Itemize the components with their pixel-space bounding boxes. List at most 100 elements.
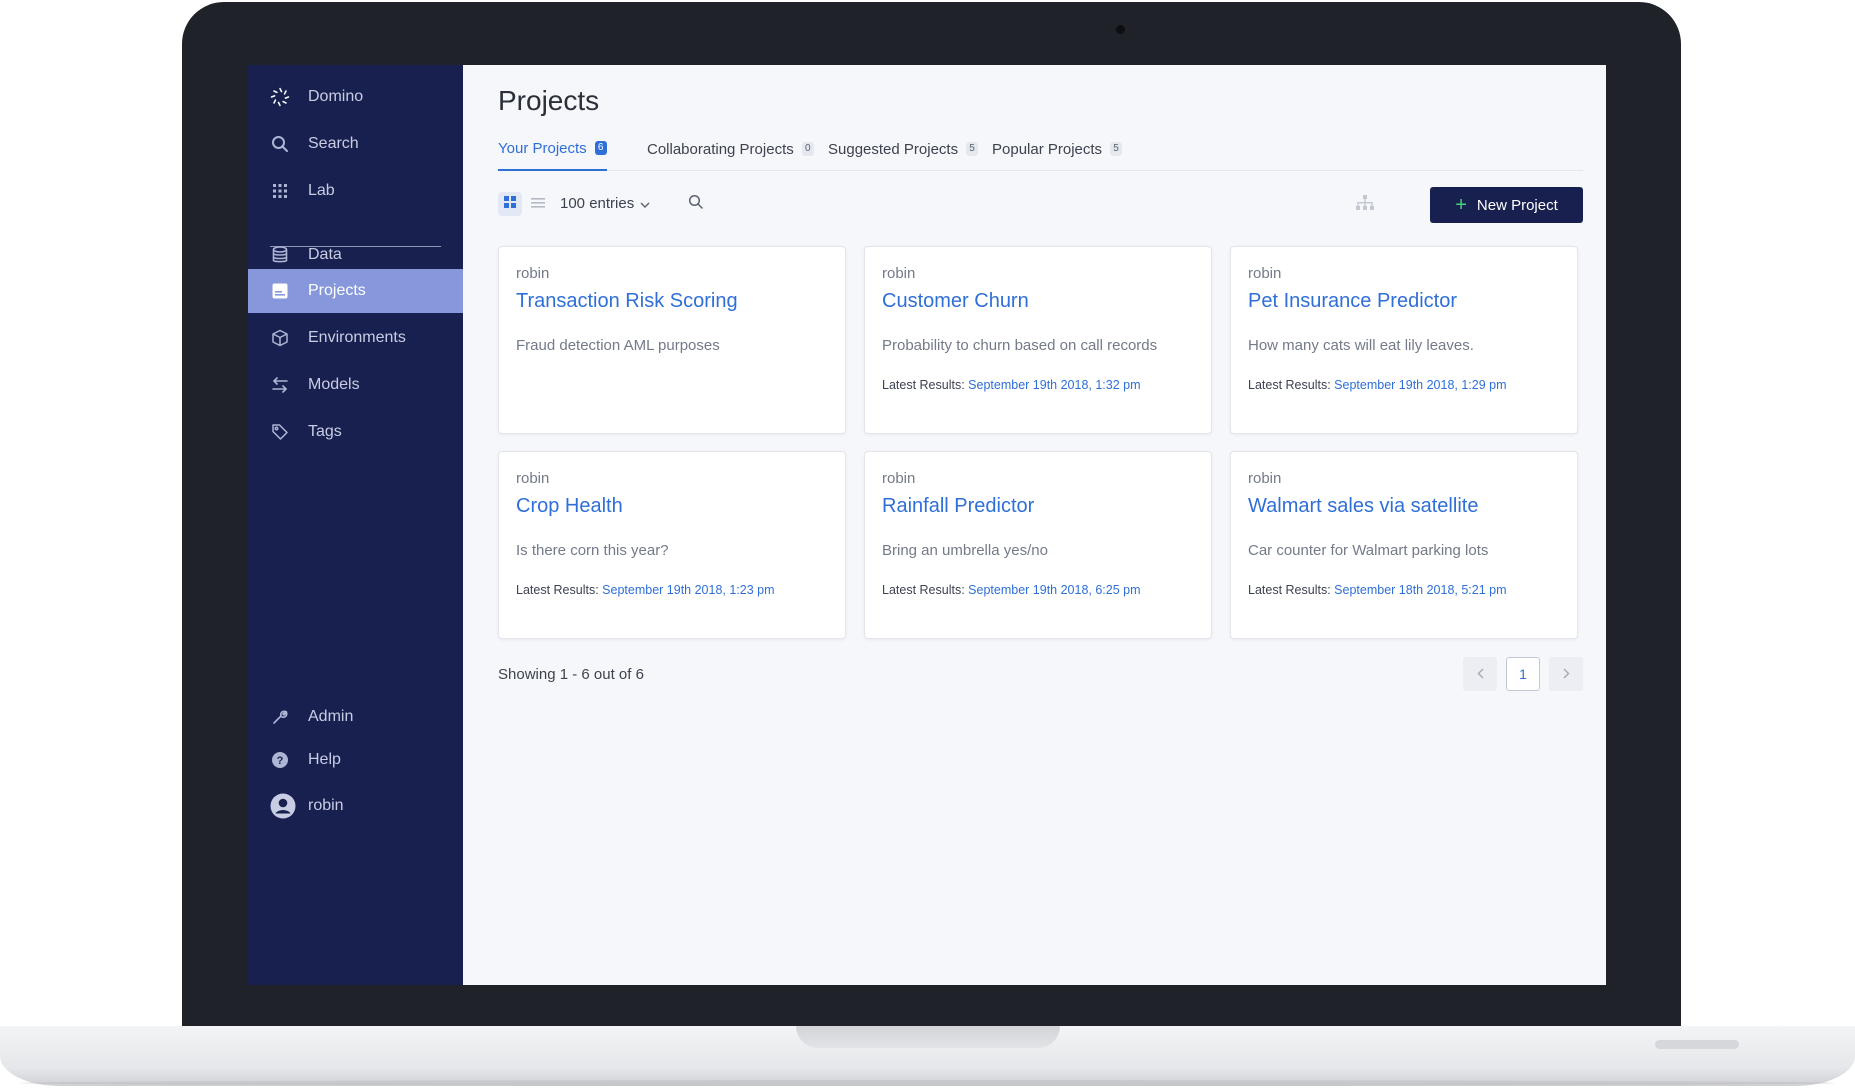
- list-view-toggle[interactable]: [528, 192, 548, 216]
- project-card[interactable]: robin Rainfall Predictor Bring an umbrel…: [864, 451, 1212, 639]
- project-description: Fraud detection AML purposes: [516, 337, 720, 354]
- latest-results: Latest Results: September 19th 2018, 1:2…: [1248, 378, 1507, 392]
- sidebar-item-label: Environments: [308, 329, 406, 346]
- latest-results-label: Latest Results:: [1248, 583, 1331, 597]
- arrows-icon: [270, 375, 290, 395]
- svg-text:?: ?: [277, 755, 284, 767]
- chevron-left-icon: [1477, 666, 1484, 682]
- wrench-icon: [270, 707, 290, 727]
- user-name: robin: [308, 797, 344, 814]
- tab-label: Collaborating Projects: [647, 140, 794, 158]
- sidebar-item-label: Models: [308, 376, 360, 393]
- latest-results-date[interactable]: September 19th 2018, 1:29 pm: [1334, 378, 1506, 392]
- screen: Domino Search Lab Data Projects Environm…: [248, 65, 1606, 985]
- list-view-icon: [531, 195, 545, 213]
- laptop-foot: [1655, 1040, 1739, 1049]
- tab-popular-projects[interactable]: Popular Projects 5: [992, 127, 1123, 171]
- chevron-down-icon: [640, 195, 650, 212]
- sidebar-item-lab[interactable]: Lab: [248, 169, 463, 213]
- toolbar: 100 entries + New Project: [498, 187, 1583, 223]
- project-card[interactable]: robin Transaction Risk Scoring Fraud det…: [498, 246, 846, 434]
- latest-results: Latest Results: September 19th 2018, 1:3…: [882, 378, 1141, 392]
- grid-view-toggle[interactable]: [498, 192, 522, 216]
- app-logo[interactable]: Domino: [248, 75, 463, 119]
- sidebar-item-models[interactable]: Models: [248, 363, 463, 407]
- next-page-button[interactable]: [1549, 657, 1583, 691]
- camera-dot: [1116, 25, 1125, 34]
- tab-label: Suggested Projects: [828, 140, 959, 158]
- page-title: Projects: [498, 85, 600, 116]
- project-description: Car counter for Walmart parking lots: [1248, 542, 1489, 559]
- project-title[interactable]: Customer Churn: [882, 290, 1029, 313]
- sidebar-item-admin[interactable]: Admin: [248, 695, 463, 739]
- latest-results: Latest Results: September 19th 2018, 1:2…: [516, 583, 775, 597]
- entries-value: 100 entries: [560, 195, 635, 212]
- project-card[interactable]: robin Crop Health Is there corn this yea…: [498, 451, 846, 639]
- project-title[interactable]: Transaction Risk Scoring: [516, 290, 738, 313]
- project-description: Is there corn this year?: [516, 542, 669, 559]
- sidebar-item-environments[interactable]: Environments: [248, 316, 463, 360]
- hierarchy-button[interactable]: [1356, 195, 1376, 215]
- plus-icon: +: [1455, 194, 1467, 216]
- project-title[interactable]: Walmart sales via satellite: [1248, 495, 1478, 518]
- latest-results-date[interactable]: September 19th 2018, 6:25 pm: [968, 583, 1140, 597]
- tag-icon: [270, 422, 290, 442]
- sidebar-item-search[interactable]: Search: [248, 122, 463, 166]
- project-description: Bring an umbrella yes/no: [882, 542, 1048, 559]
- project-card[interactable]: robin Customer Churn Probability to chur…: [864, 246, 1212, 434]
- tab-count-badge: 0: [801, 142, 814, 156]
- tab-count-badge: 5: [1110, 142, 1123, 156]
- sidebar-item-help[interactable]: ? Help: [248, 738, 463, 782]
- search-projects-button[interactable]: [688, 194, 708, 214]
- project-description: Probability to churn based on call recor…: [882, 337, 1158, 354]
- hierarchy-icon: [1356, 195, 1374, 215]
- search-icon: [270, 134, 290, 154]
- entries-select[interactable]: 100 entries: [560, 195, 650, 212]
- new-project-label: New Project: [1476, 196, 1558, 214]
- project-card[interactable]: robin Walmart sales via satellite Car co…: [1230, 451, 1578, 639]
- latest-results-date[interactable]: September 18th 2018, 5:21 pm: [1334, 583, 1506, 597]
- sidebar-item-user[interactable]: robin: [248, 784, 463, 828]
- project-owner: robin: [1248, 470, 1282, 487]
- latest-results-label: Latest Results:: [516, 583, 599, 597]
- chevron-right-icon: [1563, 666, 1570, 682]
- sidebar-item-tags[interactable]: Tags: [248, 410, 463, 454]
- search-icon: [688, 194, 704, 214]
- grid-icon: [270, 181, 290, 201]
- pagination-summary: Showing 1 - 6 out of 6: [498, 666, 644, 683]
- latest-results-label: Latest Results:: [882, 583, 965, 597]
- latest-results-label: Latest Results:: [1248, 378, 1331, 392]
- page-number-button[interactable]: 1: [1506, 657, 1540, 691]
- new-project-button[interactable]: + New Project: [1430, 187, 1583, 223]
- previous-page-button[interactable]: [1463, 657, 1497, 691]
- tab-count-badge: 5: [966, 142, 979, 156]
- tab-suggested-projects[interactable]: Suggested Projects 5: [828, 127, 979, 171]
- project-title[interactable]: Rainfall Predictor: [882, 495, 1034, 518]
- projects-icon: [270, 281, 290, 301]
- help-icon: ?: [270, 750, 290, 770]
- project-title[interactable]: Crop Health: [516, 495, 623, 518]
- project-title[interactable]: Pet Insurance Predictor: [1248, 290, 1457, 313]
- tab-collaborating-projects[interactable]: Collaborating Projects 0: [647, 127, 814, 171]
- laptop-notch: [796, 1026, 1060, 1048]
- laptop-shadow: [20, 1080, 1835, 1086]
- project-description: How many cats will eat lily leaves.: [1248, 337, 1474, 354]
- sidebar-item-label: Search: [308, 135, 359, 152]
- latest-results-date[interactable]: September 19th 2018, 1:32 pm: [968, 378, 1140, 392]
- tab-label: Your Projects: [498, 139, 587, 157]
- tab-your-projects[interactable]: Your Projects 6: [498, 127, 607, 171]
- cube-icon: [270, 328, 290, 348]
- latest-results-date[interactable]: September 19th 2018, 1:23 pm: [602, 583, 774, 597]
- main-content: Projects Your Projects 6 Collaborating P…: [463, 65, 1606, 985]
- sidebar-item-projects[interactable]: Projects: [248, 269, 463, 313]
- project-card[interactable]: robin Pet Insurance Predictor How many c…: [1230, 246, 1578, 434]
- project-owner: robin: [882, 265, 916, 282]
- project-owner: robin: [516, 265, 550, 282]
- tab-count-badge: 6: [594, 141, 607, 155]
- project-owner: robin: [882, 470, 916, 487]
- sidebar-item-label: Help: [308, 751, 341, 768]
- project-owner: robin: [516, 470, 550, 487]
- sidebar-item-label: Tags: [308, 423, 342, 440]
- tab-label: Popular Projects: [992, 140, 1103, 158]
- user-avatar-icon: [270, 793, 296, 819]
